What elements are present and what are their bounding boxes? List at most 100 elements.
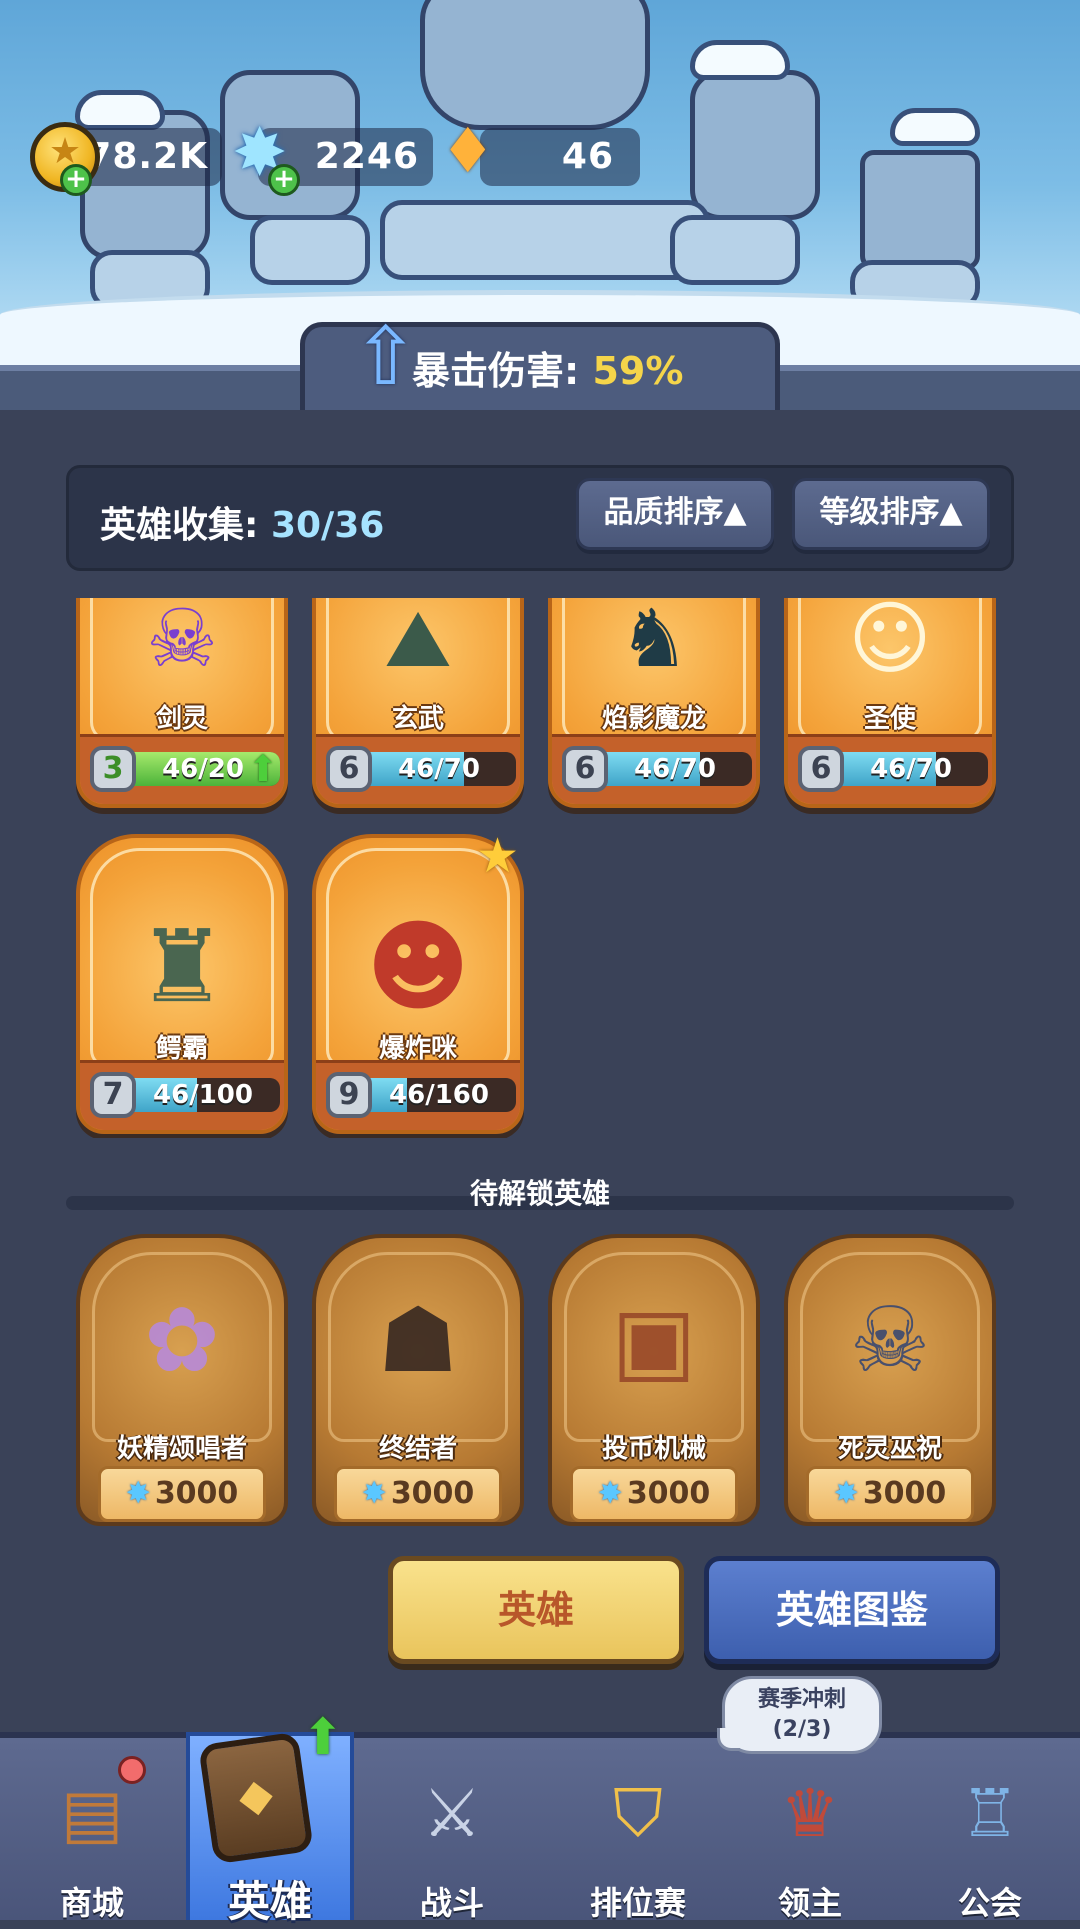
statue-right bbox=[860, 150, 980, 270]
nav-label: 公会 bbox=[957, 1884, 1022, 1922]
snow-cap bbox=[690, 40, 790, 80]
unlock-price-button[interactable]: ✸ 3000 bbox=[806, 1466, 974, 1522]
necromancer-hero-icon: ☠ bbox=[849, 1288, 931, 1393]
shadow-dragon-hero-icon: ♞ bbox=[618, 598, 690, 685]
heroes-tab-button[interactable]: 英雄 bbox=[388, 1556, 684, 1664]
notification-dot-icon bbox=[118, 1756, 146, 1784]
dragon-statue bbox=[420, 0, 650, 130]
hero-card-angel[interactable]: ☺ 圣使 6 46/70 bbox=[784, 598, 996, 808]
season-sprint-progress: (2/3) bbox=[772, 1717, 832, 1742]
crystal-amount: 46 bbox=[561, 136, 614, 177]
hero-shard-progress: 46/70 bbox=[598, 752, 752, 786]
hero-name: 死灵巫祝 bbox=[837, 1434, 942, 1464]
snow-cap bbox=[890, 108, 980, 146]
terminator-hero-icon: ☗ bbox=[377, 1288, 459, 1393]
crossed-swords-icon: ⚔ bbox=[422, 1775, 482, 1852]
price-value: 3000 bbox=[154, 1476, 239, 1511]
shop-chest-icon: ▤ bbox=[60, 1775, 124, 1852]
price-value: 3000 bbox=[862, 1476, 947, 1511]
season-sprint-bubble[interactable]: 赛季冲刺 (2/3) bbox=[717, 1676, 882, 1754]
snow-cap bbox=[75, 90, 165, 130]
hero-name: 圣使 bbox=[863, 704, 916, 734]
hero-name: 终结者 bbox=[378, 1434, 457, 1464]
sword-spirit-hero-icon: ☠ bbox=[146, 598, 218, 685]
hero-name: 玄武 bbox=[391, 704, 444, 734]
hero-shard-progress: 46/70 bbox=[834, 752, 988, 786]
hero-level-badge: 7 bbox=[90, 1072, 136, 1118]
hero-level-badge: 6 bbox=[562, 746, 608, 792]
ice-crystal-icon: ✸ bbox=[833, 1476, 859, 1511]
hero-grid[interactable]: ☠ 剑灵 3 46/20 ⬆ ⛰ 玄武 6 46/70 ♞ 焰影魔龙 6 46/… bbox=[66, 598, 1014, 1138]
hero-level-badge: 9 bbox=[326, 1072, 372, 1118]
hero-name: 焰影魔龙 bbox=[601, 704, 706, 734]
nav-item-battle[interactable]: ⚔ 战斗 bbox=[372, 1760, 532, 1922]
hero-collection-label: 英雄收集: bbox=[100, 505, 259, 546]
add-ice-gem-plus-icon[interactable]: + bbox=[268, 164, 300, 196]
hero-card-shadow-dragon[interactable]: ♞ 焰影魔龙 6 46/70 bbox=[548, 598, 760, 808]
bomb-cat-hero-icon: ☻ bbox=[365, 908, 471, 1025]
black-tortoise-hero-icon: ⛰ bbox=[384, 598, 452, 685]
nav-label: 战斗 bbox=[419, 1884, 484, 1922]
hero-name: 剑灵 bbox=[155, 704, 208, 734]
upgrade-arrow-icon: ⬆ bbox=[302, 1708, 344, 1766]
orange-crystal-icon: ♦ bbox=[440, 114, 496, 187]
up-arrow-icon: ⇧ bbox=[352, 310, 420, 403]
crystal-counter[interactable]: 46 bbox=[480, 128, 640, 186]
nav-item-lord[interactable]: ♛ 领主 bbox=[730, 1760, 890, 1922]
ice-gem-amount: 2246 bbox=[314, 136, 419, 177]
pedestal-mid-left bbox=[250, 215, 370, 285]
add-gold-plus-icon[interactable]: + bbox=[60, 164, 92, 196]
locked-hero-terminator[interactable]: ☗ 终结者 ✸ 3000 bbox=[312, 1234, 524, 1526]
nav-label: 领主 bbox=[777, 1884, 842, 1922]
gold-amount: 78.2K bbox=[86, 136, 208, 177]
ice-crystal-icon: ✸ bbox=[597, 1476, 623, 1511]
locked-hero-fairy-singer[interactable]: ✿ 妖精颂唱者 ✸ 3000 bbox=[76, 1234, 288, 1526]
coin-robot-hero-icon: ▣ bbox=[611, 1288, 697, 1393]
price-value: 3000 bbox=[390, 1476, 475, 1511]
statue-mid-right bbox=[690, 70, 820, 220]
locked-hero-necromancer[interactable]: ☠ 死灵巫祝 ✸ 3000 bbox=[784, 1234, 996, 1526]
nav-label: 商城 bbox=[59, 1884, 124, 1922]
hero-level-badge: 6 bbox=[798, 746, 844, 792]
guild-castle-icon: ♖ bbox=[960, 1775, 1020, 1852]
price-value: 3000 bbox=[626, 1476, 711, 1511]
season-sprint-title: 赛季冲刺 bbox=[757, 1687, 846, 1712]
hero-level-badge: 6 bbox=[326, 746, 372, 792]
upgrade-arrow-icon: ⬆ bbox=[247, 749, 278, 790]
hero-name: 妖精颂唱者 bbox=[116, 1434, 247, 1464]
unlock-price-button[interactable]: ✸ 3000 bbox=[334, 1466, 502, 1522]
hero-card-crocodile[interactable]: ♜ 鳄霸 7 46/100 bbox=[76, 834, 288, 1134]
sort-by-level-button[interactable]: 等级排序▲ bbox=[792, 478, 990, 550]
locked-heroes-title: 待解锁英雄 bbox=[469, 1177, 610, 1210]
hero-collection-text: 英雄收集: 30/36 bbox=[100, 496, 384, 548]
progress-text: 46/70 bbox=[634, 754, 716, 784]
hero-codex-button[interactable]: 英雄图鉴 bbox=[704, 1556, 1000, 1664]
new-hero-star-icon: ★ bbox=[476, 828, 520, 884]
locked-hero-coin-robot[interactable]: ▣ 投币机械 ✸ 3000 bbox=[548, 1234, 760, 1526]
lord-banner-icon: ♛ bbox=[780, 1775, 840, 1852]
hero-shard-progress: 46/100 bbox=[126, 1078, 280, 1112]
crit-damage-label: 暴击伤害: bbox=[412, 349, 580, 393]
hero-card-black-tortoise[interactable]: ⛰ 玄武 6 46/70 bbox=[312, 598, 524, 808]
hero-card-sword-spirit[interactable]: ☠ 剑灵 3 46/20 ⬆ bbox=[76, 598, 288, 808]
crit-damage-value: 59% bbox=[592, 349, 684, 393]
fairy-singer-hero-icon: ✿ bbox=[144, 1288, 220, 1393]
nav-item-guild[interactable]: ♖ 公会 bbox=[910, 1760, 1070, 1922]
hero-shard-progress: 46/160 bbox=[362, 1078, 516, 1112]
hero-name: 投币机械 bbox=[601, 1434, 706, 1464]
nav-item-ranked[interactable]: ⛉ 排位赛 bbox=[558, 1760, 718, 1922]
pedestal-center bbox=[380, 200, 710, 280]
unlock-price-button[interactable]: ✸ 3000 bbox=[570, 1466, 738, 1522]
progress-text: 46/160 bbox=[389, 1080, 489, 1110]
unlock-price-button[interactable]: ✸ 3000 bbox=[98, 1466, 266, 1522]
nav-label: 排位赛 bbox=[589, 1884, 686, 1922]
sort-by-quality-button[interactable]: 品质排序▲ bbox=[576, 478, 774, 550]
nav-item-shop[interactable]: ▤ 商城 bbox=[12, 1760, 172, 1922]
ranked-shield-icon: ⛉ bbox=[613, 1775, 663, 1852]
crocodile-hero-icon: ♜ bbox=[137, 908, 227, 1025]
pedestal-mid-right bbox=[670, 215, 800, 285]
angel-hero-icon: ☺ bbox=[848, 598, 932, 685]
progress-text: 46/100 bbox=[153, 1080, 253, 1110]
hero-level-badge: 3 bbox=[90, 746, 136, 792]
hero-card-icon[interactable] bbox=[198, 1731, 314, 1865]
